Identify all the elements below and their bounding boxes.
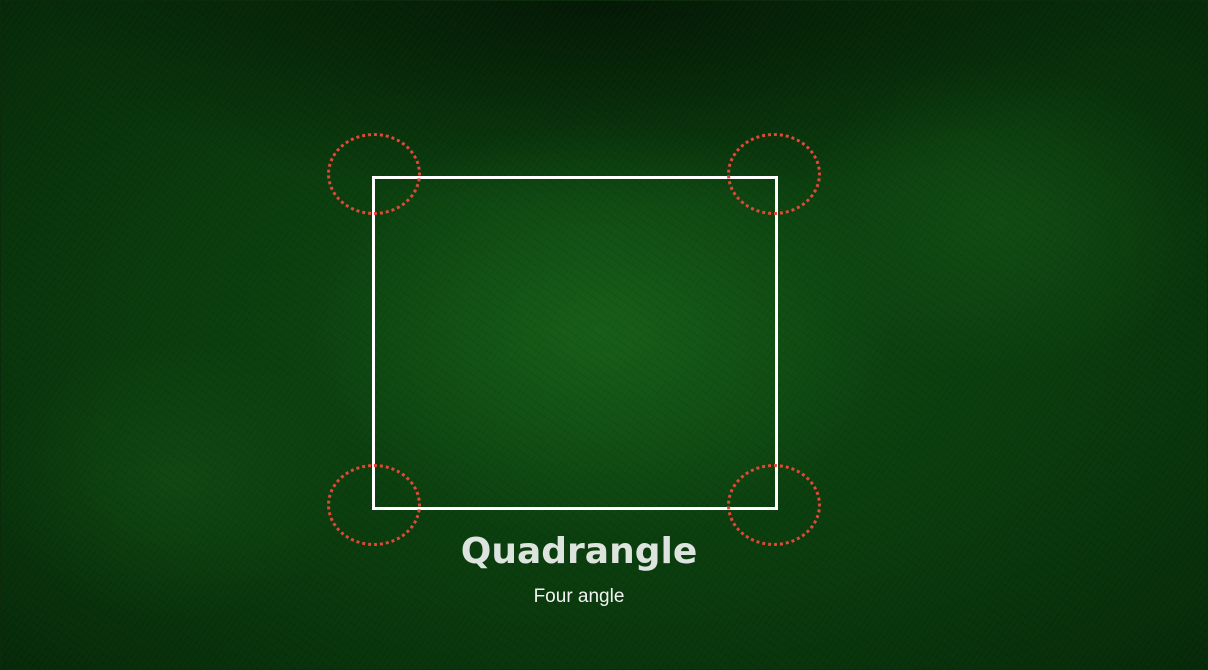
quadrangle-shape xyxy=(372,176,778,510)
slide-title: Quadrangle xyxy=(460,531,698,572)
corner-marker-top-right xyxy=(727,133,821,215)
slide-subtitle: Four angle xyxy=(533,586,625,607)
corner-marker-top-left xyxy=(327,133,421,215)
slide-canvas: Quadrangle Four angle xyxy=(0,0,1208,670)
